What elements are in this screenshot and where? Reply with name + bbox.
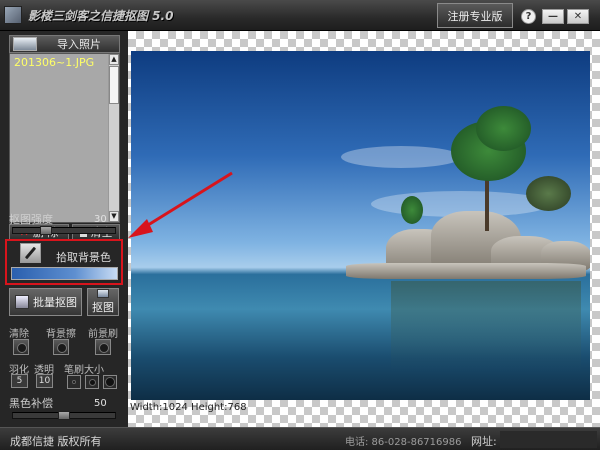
strength-label: 抠图强度 (9, 213, 53, 226)
brush-small-icon[interactable] (67, 375, 81, 389)
image-canvas[interactable]: Width:1024 Height:768 (128, 31, 600, 427)
photo-icon (13, 37, 37, 51)
import-photo-button[interactable]: 导入照片 (9, 35, 120, 53)
fg-brush-button[interactable] (95, 339, 111, 355)
status-bar: 成都信捷 版权所有 电话: 86-028-86716986 网址: (0, 427, 600, 450)
strength-slider[interactable] (12, 226, 116, 235)
black-comp-slider-knob[interactable] (58, 411, 70, 420)
close-button[interactable]: ✕ (567, 9, 589, 24)
cutout-icon (97, 289, 109, 298)
scroll-down-icon[interactable]: ▼ (109, 211, 119, 222)
island-reflection (391, 281, 581, 371)
file-list-item[interactable]: 201306~1.JPG (12, 56, 96, 69)
black-comp-label: 黑色补偿 (9, 397, 53, 410)
cloud (341, 146, 461, 168)
minimize-button[interactable]: — (542, 9, 564, 24)
pick-background-label: 拾取背景色 (56, 251, 111, 264)
app-title: 影楼三剑客之信捷抠图 5.0 (28, 9, 174, 23)
website-field[interactable] (500, 431, 597, 448)
left-panel: 导入照片 201306~1.JPG ▲ ▼ ✕ 删 除 清空 抠图强度 30 拾… (0, 31, 128, 427)
strength-value: 30 (94, 214, 107, 225)
file-list-scrollbar[interactable]: ▲ ▼ (108, 54, 119, 222)
batch-icon (15, 295, 29, 309)
copyright-text: 成都信捷 版权所有 (10, 435, 102, 448)
photo-preview[interactable] (131, 51, 590, 400)
clear-tool-button[interactable] (13, 339, 29, 355)
file-list[interactable]: 201306~1.JPG ▲ ▼ (9, 53, 120, 223)
scroll-up-icon[interactable]: ▲ (109, 54, 119, 65)
import-photo-label: 导入照片 (57, 38, 101, 51)
app-logo-icon (4, 6, 22, 24)
rock-base (346, 263, 586, 279)
brush-medium-icon[interactable] (85, 375, 99, 389)
title-bar: 影楼三剑客之信捷抠图 5.0 注册专业版 ? — ✕ (0, 0, 600, 31)
bg-brush-button[interactable] (53, 339, 69, 355)
batch-cutout-label: 批量抠图 (33, 296, 77, 309)
black-comp-slider[interactable] (12, 411, 116, 420)
background-color-swatch (11, 267, 118, 280)
cutout-button[interactable]: 抠图 (87, 288, 119, 316)
black-comp-value: 50 (94, 398, 107, 409)
tree-canopy (476, 106, 531, 151)
eyedropper-button[interactable] (20, 243, 41, 263)
brush-large-icon[interactable] (103, 375, 117, 389)
fg-brush-label: 前景刷 (88, 329, 118, 340)
batch-cutout-button[interactable]: 批量抠图 (9, 288, 82, 316)
help-icon[interactable]: ? (521, 9, 536, 24)
register-pro-button[interactable]: 注册专业版 (437, 3, 513, 28)
scroll-thumb[interactable] (109, 66, 119, 104)
eyedropper-icon (24, 246, 37, 260)
brush-size-label: 笔刷大小 (64, 365, 104, 376)
transparency-input[interactable]: 10 (36, 374, 53, 388)
website-label: 网址: (471, 435, 497, 448)
tree-canopy (526, 176, 571, 211)
strength-slider-knob[interactable] (40, 226, 52, 235)
tree-canopy (401, 196, 423, 224)
cutout-label: 抠图 (92, 301, 114, 314)
feather-input[interactable]: 5 (11, 374, 28, 388)
bg-brush-label: 背景擦 (46, 329, 76, 340)
image-size-label: Width:1024 Height:768 (130, 402, 247, 413)
clear-tool-label: 清除 (9, 329, 29, 340)
phone-text: 电话: 86-028-86716986 (345, 437, 462, 448)
